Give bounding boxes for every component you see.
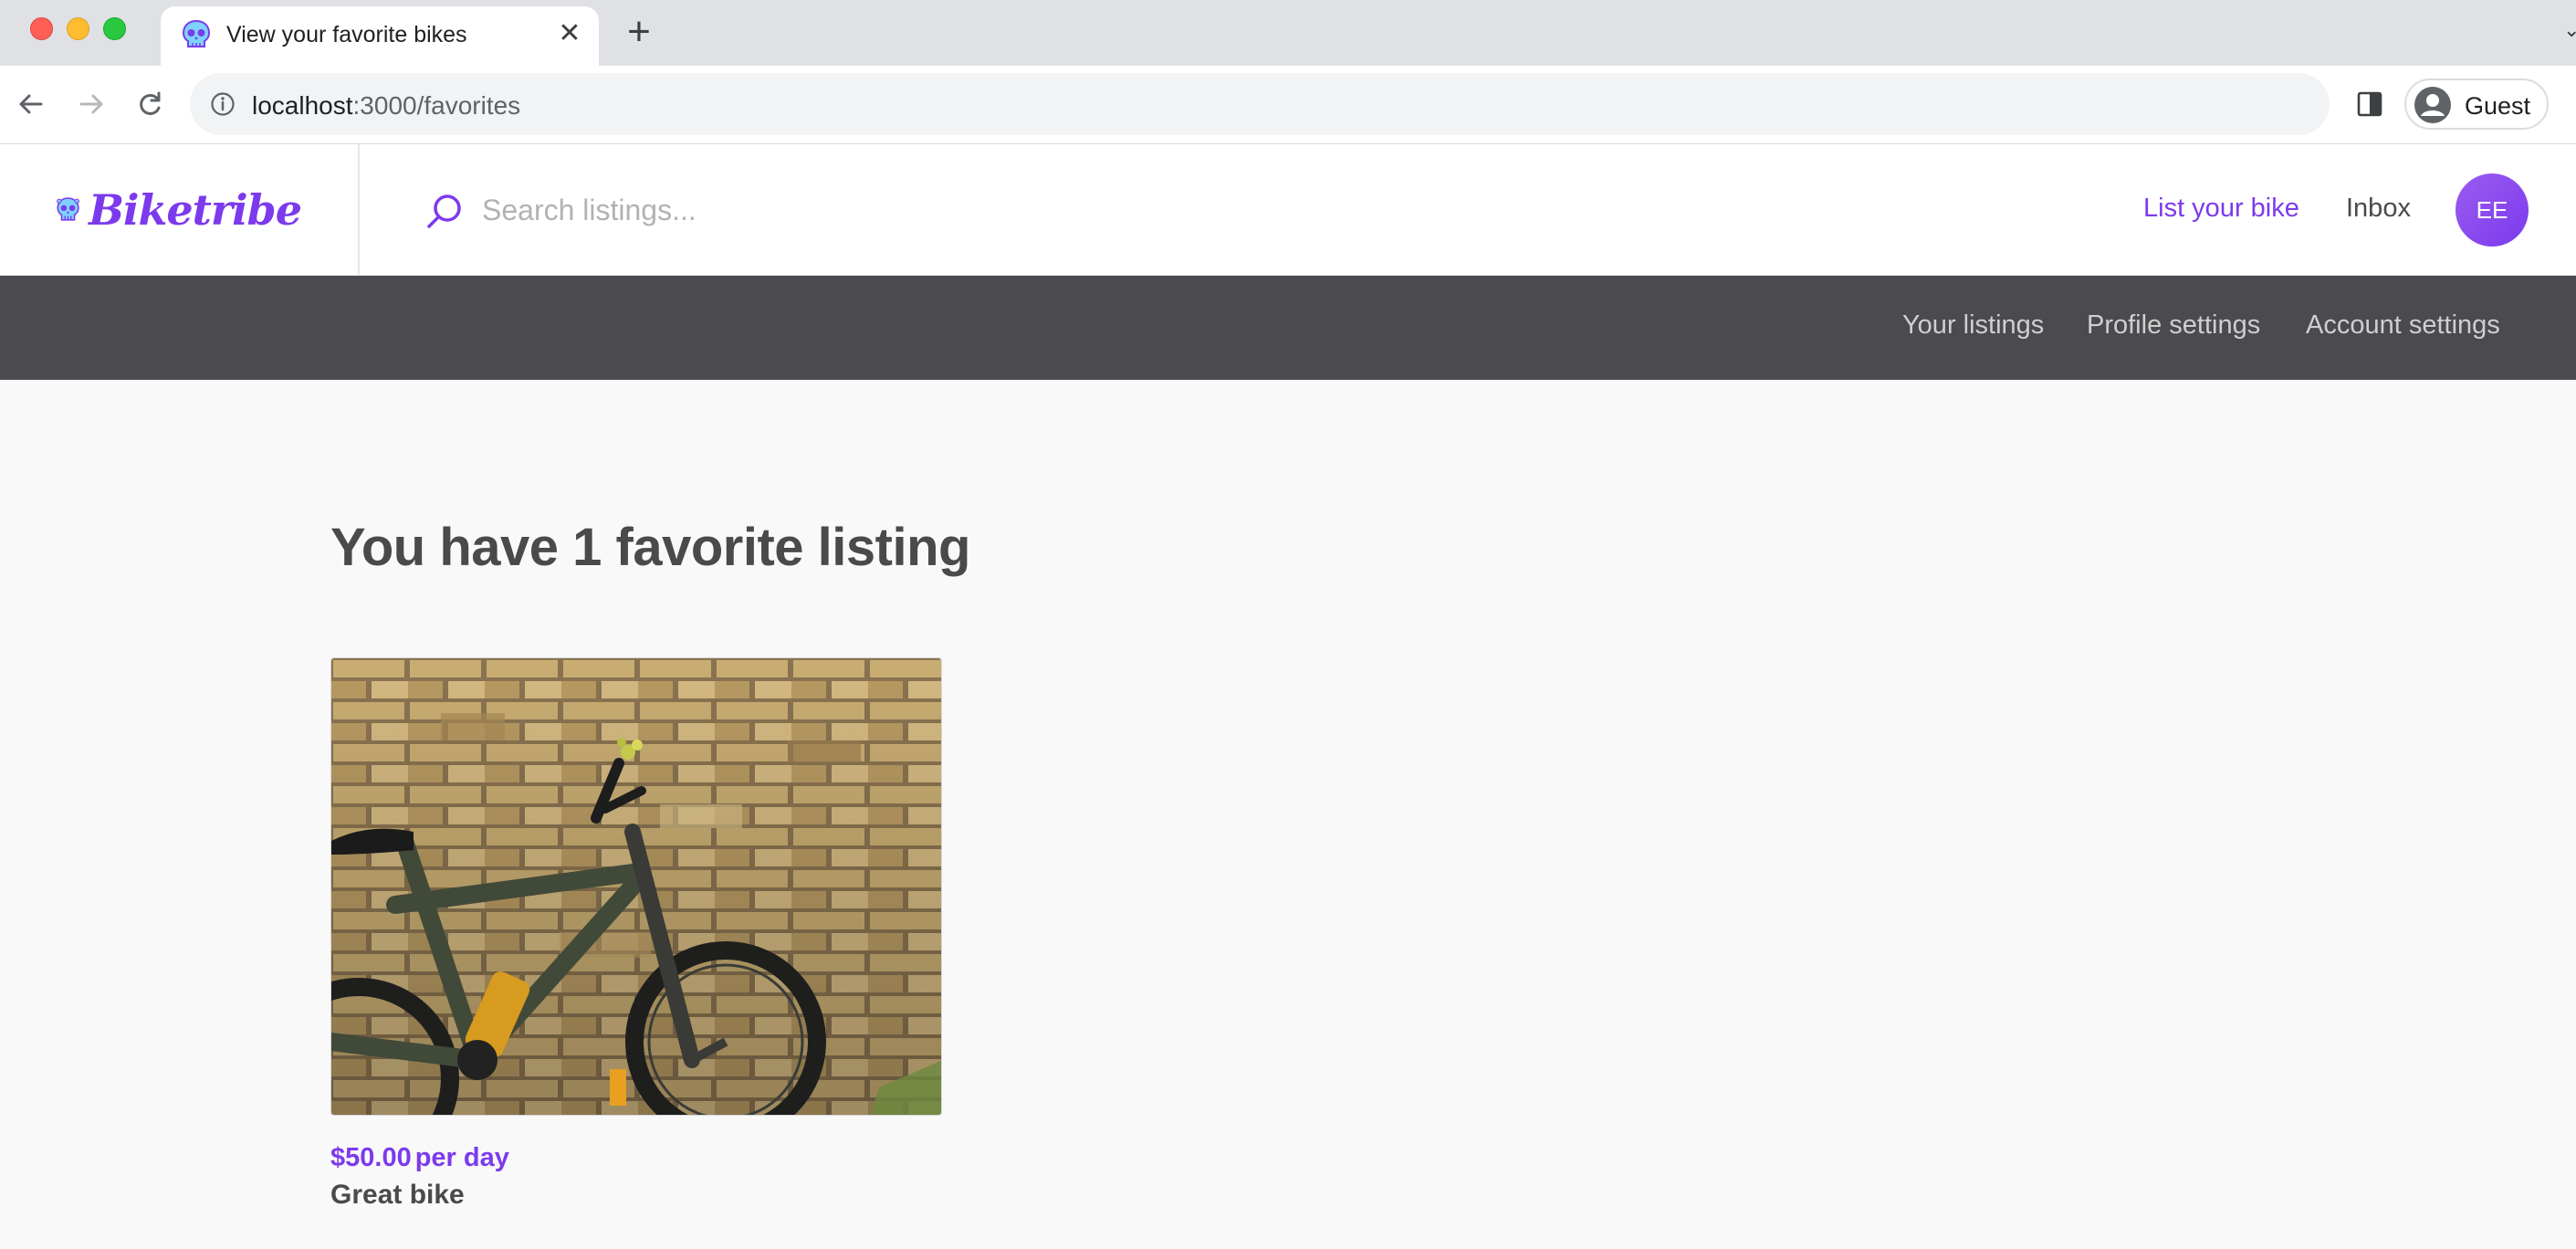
inbox-link[interactable]: Inbox [2346,194,2411,224]
reload-icon [140,91,161,115]
url-text: localhost:3000/favorites [252,91,520,121]
listing-price: $50.00 [330,1143,412,1172]
brand-name: Biketribe [89,185,302,235]
search-bar [420,181,1241,239]
your-listings-link[interactable]: Your listings [1902,310,2044,341]
address-bar[interactable]: localhost:3000/favorites [190,73,2330,135]
url-path: :3000/favorites [352,91,521,120]
listing-price-unit: per day [414,1143,509,1172]
listing-image[interactable] [330,657,942,1116]
bike-photo [331,658,941,1115]
tab-title: View your favorite bikes [226,22,467,47]
browser-tabstrip: View your favorite bikes ✕ + ⌄ [0,0,2576,66]
listing-price-row: $50.00 per day [330,1143,509,1173]
back-button[interactable] [11,84,51,124]
profile-button[interactable]: Guest [2404,79,2549,130]
user-icon [2414,87,2451,123]
search-icon [427,194,461,228]
close-icon[interactable]: ✕ [555,19,584,48]
arrow-right-icon [79,94,103,114]
arrow-left-icon [19,94,43,114]
profile-settings-link[interactable]: Profile settings [2087,310,2260,341]
brand-logo[interactable]: Biketribe [55,183,302,237]
reload-button[interactable] [130,84,170,124]
forward-button[interactable] [71,84,111,124]
browser-tab[interactable]: View your favorite bikes ✕ [161,6,599,66]
search-input[interactable] [482,186,1230,234]
account-settings-link[interactable]: Account settings [2306,310,2500,341]
url-host: localhost [252,91,353,120]
app-header: Biketribe List your bike Inbox EE [0,144,2576,276]
window-close-button[interactable] [30,17,53,40]
window-maximize-button[interactable] [103,17,126,40]
profile-name: Guest [2465,92,2531,120]
list-your-bike-link[interactable]: List your bike [2143,194,2299,224]
secondary-nav: Your listings Profile settings Account s… [0,276,2576,380]
chevron-down-icon[interactable]: ⌄ [2563,18,2576,42]
skull-icon [182,19,211,47]
side-panel-icon [2357,91,2382,117]
plus-icon[interactable]: + [621,12,657,52]
avatar[interactable]: EE [2456,173,2529,247]
info-icon[interactable] [210,91,236,117]
browser-toolbar: localhost:3000/favorites Guest [0,66,2576,144]
skull-icon [57,197,79,221]
page-title: You have 1 favorite listing [330,518,970,577]
window-minimize-button[interactable] [67,17,89,40]
header-divider [358,144,360,276]
listing-title[interactable]: Great bike [330,1180,465,1211]
side-panel-button[interactable] [2351,86,2388,122]
